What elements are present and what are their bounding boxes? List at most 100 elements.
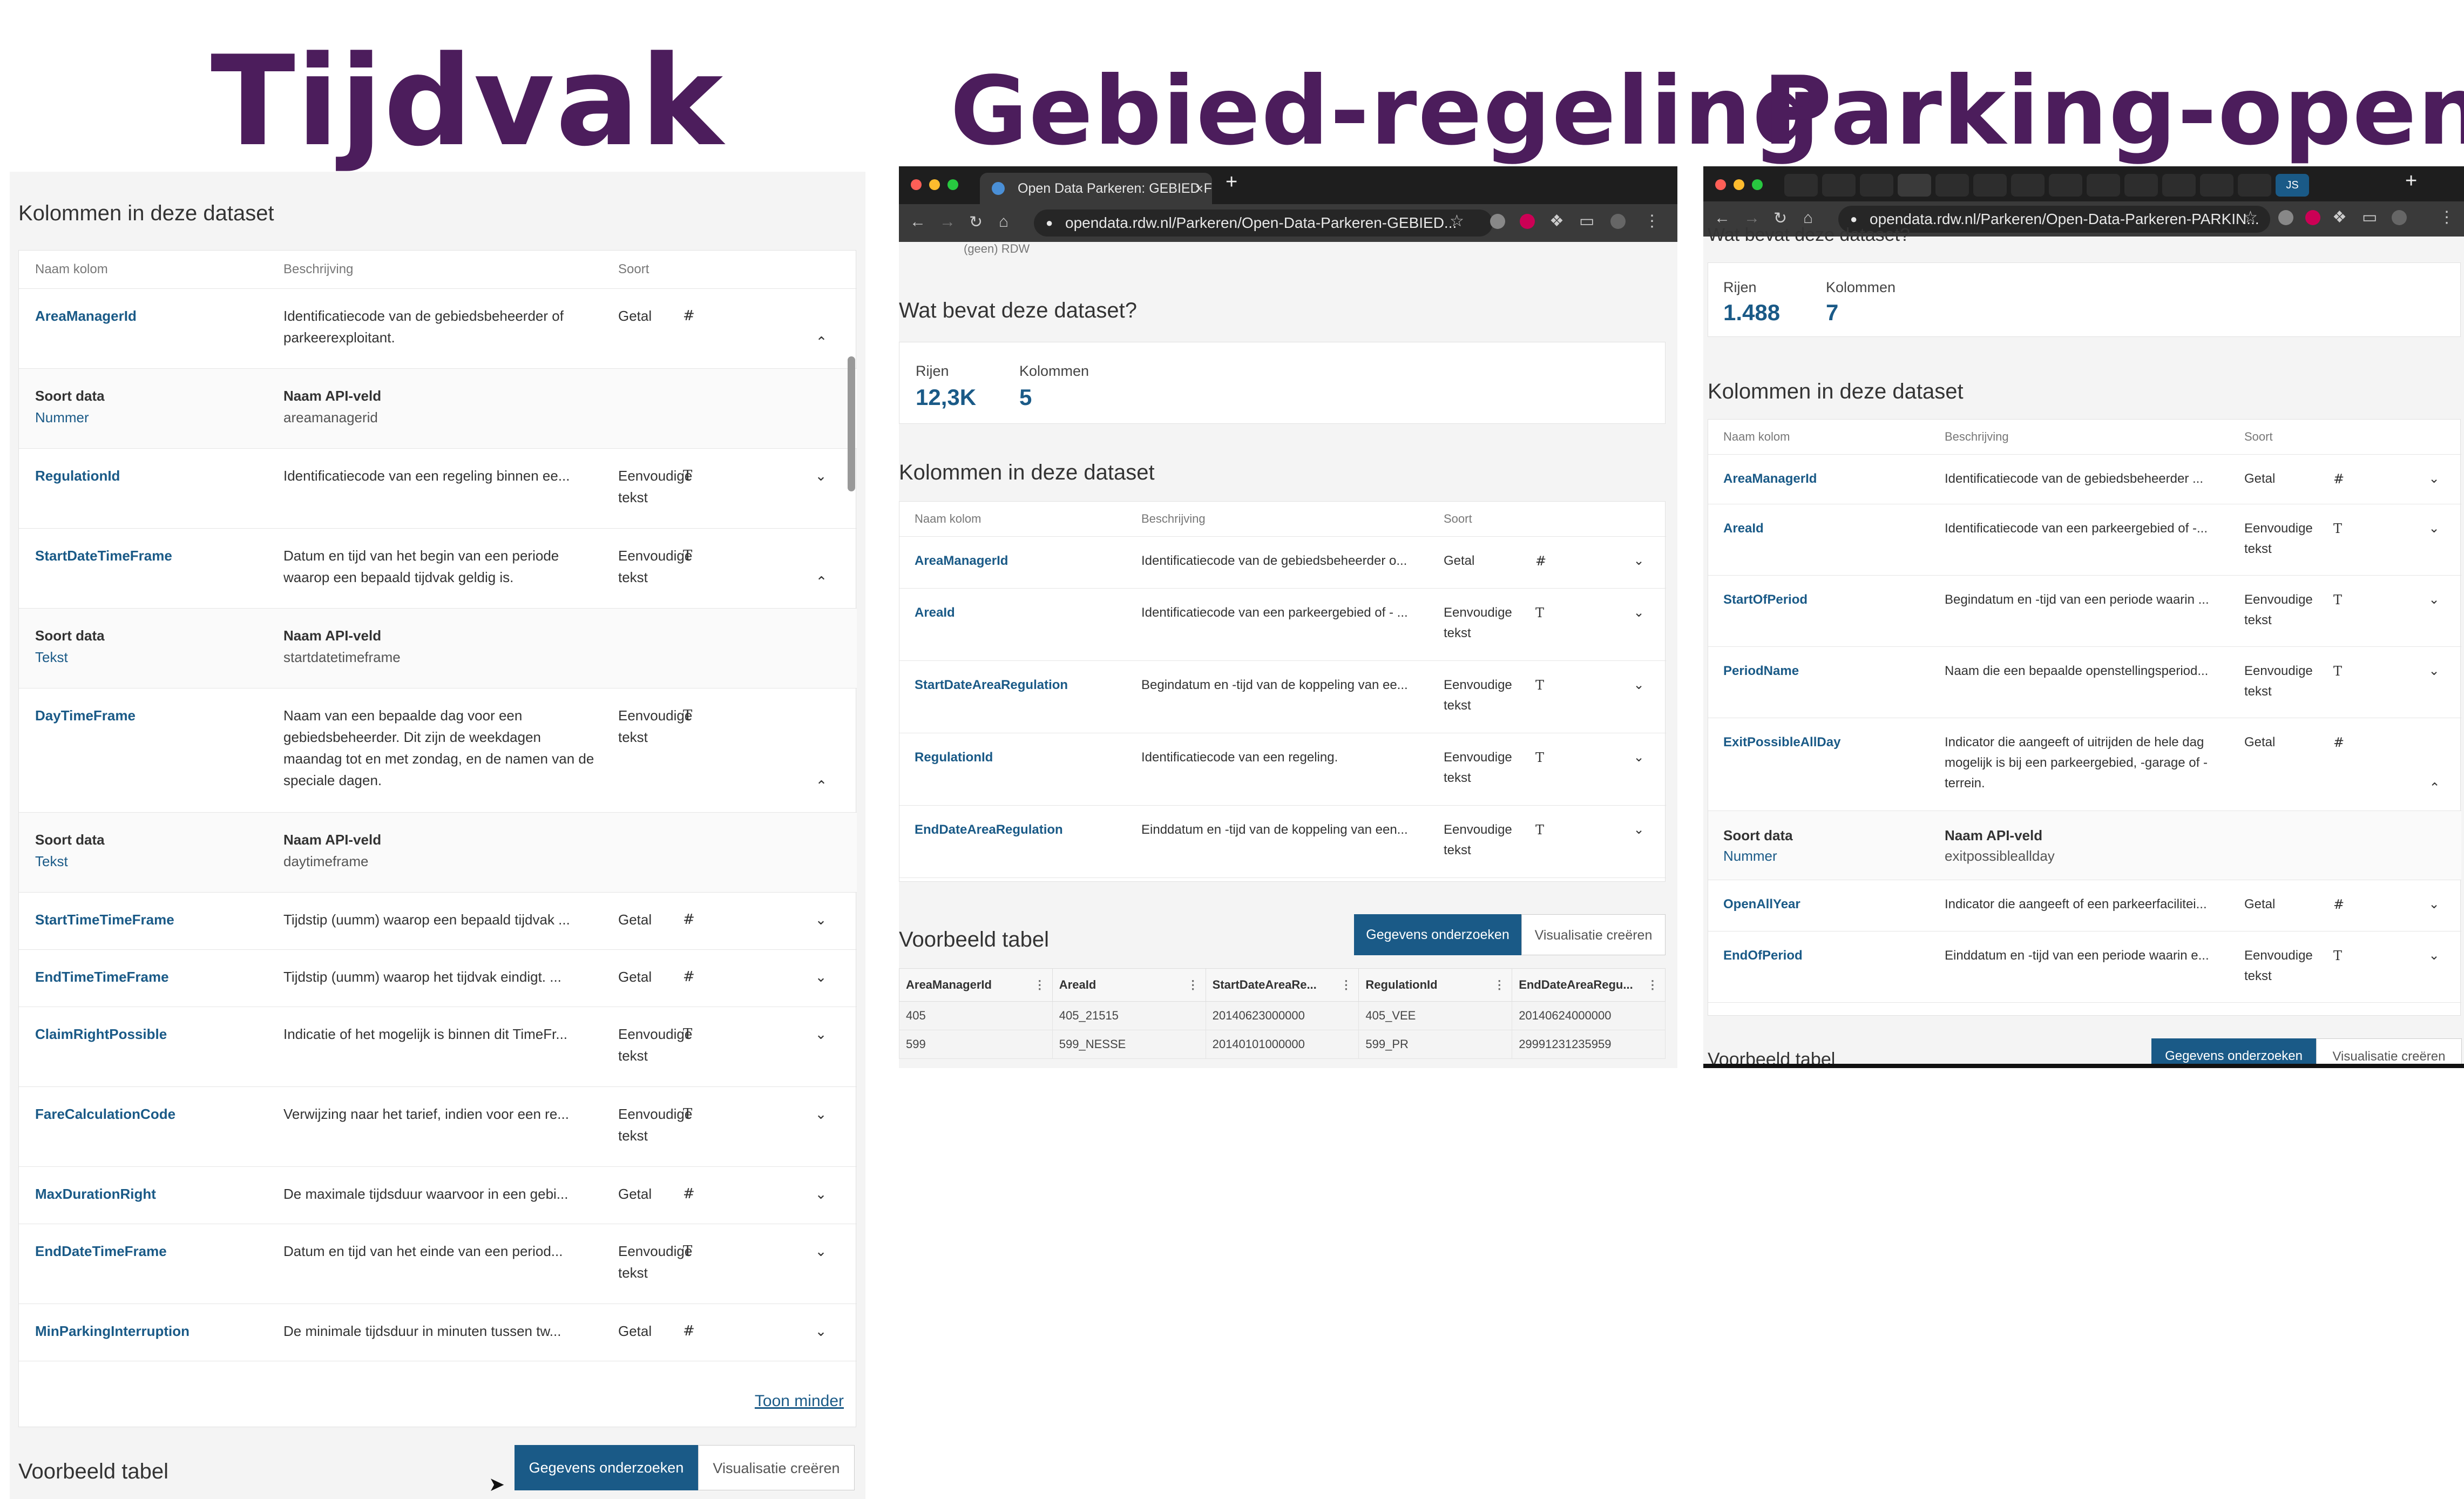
column-name-link[interactable]: EndDateAreaRegulation	[899, 805, 1126, 878]
extension-color-icon[interactable]	[1520, 214, 1535, 229]
chevron-down-icon[interactable]: ⌄	[786, 1304, 857, 1361]
column-menu-icon[interactable]: ⋮	[1034, 978, 1046, 992]
table-row[interactable]: StartTimeTimeFrame Tijdstip (uumm) waaro…	[19, 892, 857, 950]
column-menu-icon[interactable]: ⋮	[1340, 978, 1352, 992]
column-name-link[interactable]: EndDateTimeFrame	[19, 1224, 267, 1304]
column-name-link[interactable]: AreaId	[899, 588, 1126, 661]
home-icon[interactable]: ⌂	[999, 213, 1008, 231]
explore-data-button[interactable]: Gegevens onderzoeken	[1354, 914, 1521, 955]
browser-tab[interactable]	[1973, 174, 2007, 197]
preview-col-header[interactable]: StartDateAreaRe... ⋮	[1205, 968, 1359, 1002]
column-name-link[interactable]: EndOfPeriod	[1708, 931, 1930, 1003]
table-row[interactable]: StartDateTimeFrame Datum en tijd van het…	[19, 528, 857, 609]
chevron-down-icon[interactable]: ⌄	[2407, 575, 2462, 647]
new-tab-icon[interactable]: +	[2405, 170, 2417, 193]
table-row[interactable]: RegulationId Identificatiecode van een r…	[899, 733, 1667, 806]
browser-tab[interactable]	[1935, 174, 1969, 197]
column-name-link[interactable]: StartDateTimeFrame	[19, 528, 267, 609]
extension-icon[interactable]	[1490, 214, 1505, 229]
create-visualization-button[interactable]: Visualisatie creëren	[1521, 914, 1666, 955]
column-name-link[interactable]: DayTimeFrame	[19, 688, 267, 813]
column-name-link[interactable]: StartTimeTimeFrame	[19, 892, 267, 950]
table-row[interactable]: AreaId Identificatiecode van een parkeer…	[899, 588, 1667, 661]
browser-tab[interactable]	[1860, 174, 1893, 197]
chevron-down-icon[interactable]: ⌄	[786, 1166, 857, 1224]
chevron-down-icon[interactable]: ⌄	[2407, 880, 2462, 931]
column-name-link[interactable]: RegulationId	[19, 448, 267, 529]
column-menu-icon[interactable]: ⋮	[1493, 978, 1505, 992]
table-row[interactable]: AreaId Identificatiecode van een parkeer…	[1708, 504, 2462, 576]
avatar[interactable]: JS	[2276, 174, 2309, 197]
column-name-link[interactable]: EndTimeTimeFrame	[19, 949, 267, 1007]
bookmark-star-icon[interactable]: ☆	[2243, 208, 2258, 227]
table-row[interactable]: ClaimRightPossible Indicatie of het moge…	[19, 1007, 857, 1087]
extension-icon[interactable]	[2278, 210, 2293, 225]
chevron-down-icon[interactable]: ⌄	[1612, 805, 1667, 878]
browser-tab[interactable]	[2087, 174, 2120, 197]
close-window-icon[interactable]	[1715, 179, 1726, 190]
column-name-link[interactable]: FareCalculationCode	[19, 1086, 267, 1167]
cast-icon[interactable]: ▭	[2362, 208, 2377, 227]
table-row[interactable]: AreaManagerId Identificatiecode van de g…	[1708, 454, 2462, 504]
table-row[interactable]: StartOfPeriod Begindatum en -tijd van ee…	[1708, 575, 2462, 647]
back-icon[interactable]: ←	[910, 213, 926, 231]
toon-minder-link[interactable]: Toon minder	[755, 1392, 844, 1410]
column-name-link[interactable]: StartOfPeriod	[1708, 575, 1930, 647]
column-name-link[interactable]: AreaManagerId	[1708, 454, 1930, 504]
column-name-link[interactable]: PeriodName	[1708, 646, 1930, 718]
table-row[interactable]: AreaManagerId Identificatiecode van de g…	[899, 536, 1667, 589]
chevron-up-icon[interactable]: ⌄	[786, 688, 857, 813]
chevron-down-icon[interactable]: ⌄	[1612, 588, 1667, 661]
table-row[interactable]: DayTimeFrame Naam van een bepaalde dag v…	[19, 688, 857, 813]
browser-tab[interactable]	[2162, 174, 2196, 197]
table-row[interactable]: RegulationId Identificatiecode van een r…	[19, 448, 857, 529]
column-name-link[interactable]: RegulationId	[899, 733, 1126, 806]
column-menu-icon[interactable]: ⋮	[1647, 978, 1659, 992]
table-row[interactable]: PeriodName Naam die een bepaalde openste…	[1708, 646, 2462, 718]
puzzle-icon[interactable]: ❖	[2332, 208, 2347, 227]
close-window-icon[interactable]	[911, 179, 922, 190]
table-row[interactable]: EndDateAreaRegulation Einddatum en -tijd…	[899, 805, 1667, 878]
chevron-down-icon[interactable]: ⌄	[2407, 931, 2462, 1003]
browser-tab[interactable]	[1822, 174, 1856, 197]
chevron-down-icon[interactable]: ⌄	[2407, 646, 2462, 718]
explore-data-button[interactable]: Gegevens onderzoeken	[515, 1445, 698, 1490]
scrollbar-thumb[interactable]	[848, 356, 855, 491]
chevron-up-icon[interactable]: ⌄	[2407, 718, 2462, 811]
chevron-down-icon[interactable]: ⌄	[786, 949, 857, 1007]
menu-kebab-icon[interactable]: ⋮	[2439, 208, 2455, 227]
create-visualization-button[interactable]: Visualisatie creëren	[698, 1445, 855, 1490]
column-name-link[interactable]: ClaimRightPossible	[19, 1007, 267, 1087]
column-name-link[interactable]: OpenAllYear	[1708, 880, 1930, 931]
maximize-window-icon[interactable]	[1752, 179, 1763, 190]
chevron-down-icon[interactable]: ⌄	[786, 892, 857, 950]
puzzle-icon[interactable]: ❖	[1549, 212, 1564, 231]
table-row[interactable]: EndOfPeriod Einddatum en -tijd van een p…	[1708, 931, 2462, 1003]
column-name-link[interactable]: AreaId	[1708, 504, 1930, 576]
column-name-link[interactable]: AreaManagerId	[19, 288, 267, 369]
table-row[interactable]: StartDateAreaRegulation Begindatum en -t…	[899, 660, 1667, 733]
avatar[interactable]	[1610, 214, 1626, 229]
chevron-down-icon[interactable]: ⌄	[1612, 733, 1667, 806]
profile-icon[interactable]	[2392, 210, 2407, 225]
column-name-link[interactable]: MaxDurationRight	[19, 1166, 267, 1224]
chevron-down-icon[interactable]: ⌄	[1612, 536, 1667, 589]
chevron-down-icon[interactable]: ⌄	[786, 1007, 857, 1087]
preview-col-header[interactable]: EndDateAreaRegu... ⋮	[1512, 968, 1666, 1002]
maximize-window-icon[interactable]	[947, 179, 958, 190]
preview-col-header[interactable]: RegulationId ⋮	[1358, 968, 1513, 1002]
forward-icon[interactable]: →	[939, 213, 956, 231]
extension-color-icon[interactable]	[2305, 210, 2320, 225]
cast-icon[interactable]: ▭	[1579, 212, 1594, 231]
column-menu-icon[interactable]: ⋮	[1187, 978, 1199, 992]
preview-col-header[interactable]: AreaManagerId ⋮	[899, 968, 1053, 1002]
chevron-up-icon[interactable]: ⌄	[786, 288, 857, 369]
table-row[interactable]: ExitPossibleAllDay Indicator die aangeef…	[1708, 718, 2462, 811]
browser-tab[interactable]: Open Data Parkeren: GEBIED F ×	[980, 173, 1212, 204]
table-row[interactable]: EndDateTimeFrame Datum en tijd van het e…	[19, 1224, 857, 1304]
browser-tab-active[interactable]	[1898, 174, 1931, 197]
chevron-down-icon[interactable]: ⌄	[786, 448, 857, 529]
table-row[interactable]: FareCalculationCode Verwijzing naar het …	[19, 1086, 857, 1167]
chevron-down-icon[interactable]: ⌄	[2407, 504, 2462, 576]
chevron-up-icon[interactable]: ⌄	[786, 528, 857, 609]
